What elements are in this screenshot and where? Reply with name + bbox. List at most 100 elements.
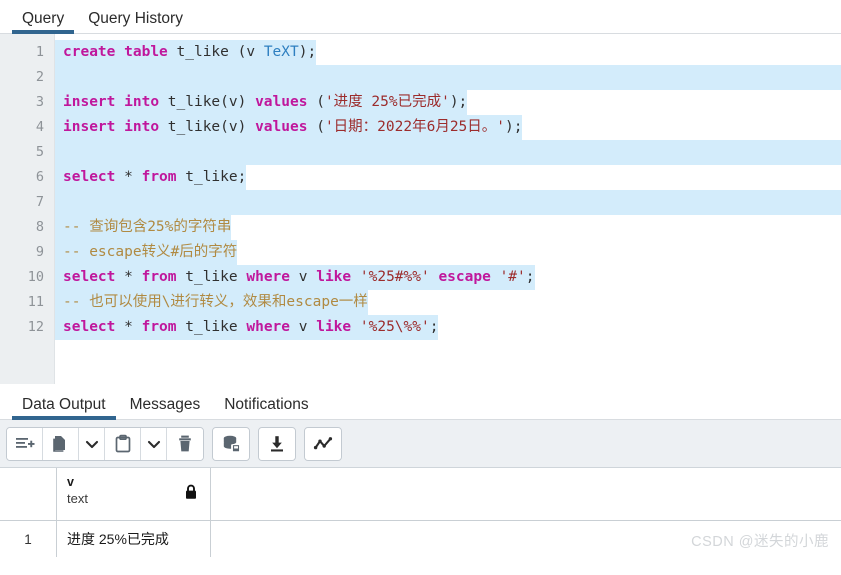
download-button[interactable] xyxy=(259,427,295,460)
chevron-down-button[interactable] xyxy=(79,427,105,460)
code-token-pl: t_like(v) xyxy=(159,119,256,135)
code-line-text: select * from t_like where v like '%25#%… xyxy=(55,265,535,290)
sql-editor[interactable]: 1 2 3 4 5 6 7 8 9 10 11 12 create table t_like (v T… xyxy=(0,34,841,384)
code-token-kw: into xyxy=(124,119,160,135)
line-number: 1 xyxy=(35,44,44,60)
code-line[interactable]: select * from t_like; xyxy=(55,165,841,190)
code-token-kw: into xyxy=(124,94,160,110)
code-token-kw: like xyxy=(316,319,352,335)
chevron-down-button[interactable] xyxy=(141,427,167,460)
line-number: 3 xyxy=(35,94,44,110)
toolbar-group xyxy=(212,426,250,461)
grid-body[interactable]: 1 进度 25%已完成 xyxy=(0,521,841,557)
panel-tab-data-output[interactable]: Data Output xyxy=(10,396,118,420)
code-token-pl: ( xyxy=(307,119,325,135)
line-number: 9 xyxy=(35,244,44,260)
code-token-pl: t_like(v) xyxy=(159,94,256,110)
editor-code-area[interactable]: create table t_like (v TeXT); insert int… xyxy=(55,34,841,384)
code-line[interactable]: select * from t_like where v like '%25#%… xyxy=(55,265,841,290)
copy-button[interactable] xyxy=(43,427,79,460)
line-number: 10 xyxy=(27,269,44,285)
line-number: 7 xyxy=(35,194,44,210)
grid-column-type: text xyxy=(67,491,88,506)
editor-tab-query-history[interactable]: Query History xyxy=(76,10,195,34)
code-token-kw: like xyxy=(316,269,352,285)
code-token-str: '%25\%%' xyxy=(359,319,430,335)
code-line[interactable]: -- escape转义#后的字符 xyxy=(55,240,841,265)
code-token-pl: * xyxy=(115,169,142,185)
code-token-kw: values xyxy=(255,119,308,135)
code-token-kw: where xyxy=(246,319,291,335)
code-line-text: select * from t_like; xyxy=(55,165,247,190)
delete-trash-icon xyxy=(175,434,195,454)
code-token-pl: t_like (v xyxy=(167,44,264,60)
code-line[interactable] xyxy=(55,65,841,90)
code-token-pl: ; xyxy=(525,269,535,285)
code-token-pl: ; xyxy=(429,319,439,335)
toolbar-group xyxy=(6,426,204,461)
code-token-kw: where xyxy=(246,269,291,285)
code-line[interactable]: -- 也可以使用\进行转义，效果和escape一样 xyxy=(55,290,841,315)
code-line-text: insert into t_like(v) values ('进度 25%已完成… xyxy=(55,90,468,115)
code-token-kw: values xyxy=(255,94,308,110)
code-line-text: -- escape转义#后的字符 xyxy=(55,240,238,265)
code-token-str: '%25#%%' xyxy=(359,269,430,285)
grid-row-number-header xyxy=(0,468,57,520)
editor-tab-query[interactable]: Query xyxy=(10,10,76,34)
code-token-kw: select xyxy=(63,319,116,335)
panel-tab-messages[interactable]: Messages xyxy=(118,396,213,420)
save-data-changes-icon xyxy=(221,434,241,454)
code-token-pl: v xyxy=(290,269,317,285)
code-token-typ: TeXT xyxy=(263,44,299,60)
code-token-pl: ( xyxy=(307,94,325,110)
code-line[interactable] xyxy=(55,190,841,215)
code-token-pl: ); xyxy=(449,94,468,110)
code-token-str: '#' xyxy=(499,269,526,285)
output-panel: Data Output Messages Notifications v text 1… xyxy=(0,384,841,557)
copy-icon xyxy=(51,434,71,454)
lock-icon xyxy=(184,484,198,505)
graph-visualiser-button[interactable] xyxy=(305,427,341,460)
code-token-str: '日期：2022年6月25日。' xyxy=(324,119,506,135)
code-line[interactable] xyxy=(55,140,841,165)
line-number: 5 xyxy=(35,144,44,160)
code-line-text: select * from t_like where v like '%25\%… xyxy=(55,315,439,340)
paste-icon xyxy=(113,434,133,454)
code-line[interactable]: insert into t_like(v) values ('日期：2022年6… xyxy=(55,115,841,140)
code-token-pl: ); xyxy=(505,119,523,135)
code-token-pl: v xyxy=(290,319,317,335)
output-panel-tab-bar: Data Output Messages Notifications xyxy=(0,384,841,420)
code-token-pl: ); xyxy=(298,44,317,60)
chevron-down-icon xyxy=(85,437,99,451)
graph-visualiser-icon xyxy=(313,434,333,454)
code-token-kw: from xyxy=(141,319,177,335)
grid-cell[interactable]: 进度 25%已完成 xyxy=(57,521,211,557)
line-number: 6 xyxy=(35,169,44,185)
grid-column-header[interactable]: v text xyxy=(57,468,211,520)
grid-header-row: v text xyxy=(0,468,841,521)
add-row-button[interactable] xyxy=(7,427,43,460)
panel-tab-notifications[interactable]: Notifications xyxy=(212,396,320,420)
code-line[interactable]: insert into t_like(v) values ('进度 25%已完成… xyxy=(55,90,841,115)
code-token-pl: t_like xyxy=(176,269,247,285)
data-output-grid[interactable]: v text 1 进度 25%已完成 CSDN @迷失的小鹿 xyxy=(0,468,841,557)
code-token-kw: from xyxy=(141,269,177,285)
code-token-cmt: -- escape转义#后的字符 xyxy=(63,244,238,260)
code-line[interactable]: select * from t_like where v like '%25\%… xyxy=(55,315,841,340)
code-line-text xyxy=(55,190,841,215)
code-token-kw: from xyxy=(141,169,177,185)
paste-button[interactable] xyxy=(105,427,141,460)
toolbar-group xyxy=(304,426,342,461)
delete-trash-button[interactable] xyxy=(167,427,203,460)
line-number: 8 xyxy=(35,219,44,235)
code-line[interactable]: create table t_like (v TeXT); xyxy=(55,40,841,65)
save-data-changes-button[interactable] xyxy=(213,427,249,460)
data-output-toolbar xyxy=(0,420,841,468)
table-row[interactable]: 1 进度 25%已完成 xyxy=(0,521,841,557)
code-token-pl: t_like; xyxy=(176,169,247,185)
code-line[interactable]: -- 查询包含25%的字符串 xyxy=(55,215,841,240)
